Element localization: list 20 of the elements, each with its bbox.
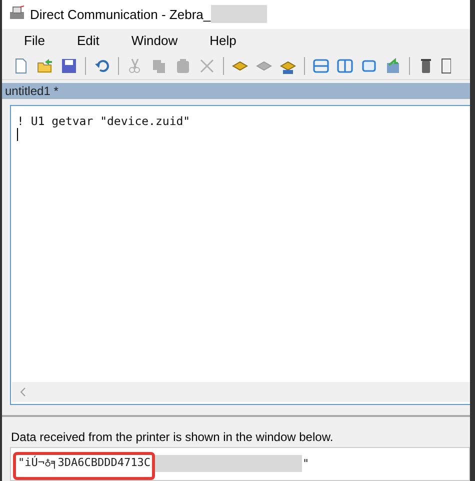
open-folder-icon[interactable] [36, 56, 54, 75]
menu-item[interactable]: Window [131, 33, 178, 48]
window-title: Direct Communication - Zebra_ [30, 6, 211, 22]
output-text: "iÚ¬♁╕3DA6CBDDD4713C [18, 456, 150, 470]
vertical-split-icon[interactable] [336, 56, 354, 75]
horizontal-scrollbar[interactable] [12, 382, 470, 402]
output-label: Data received from the printer is shown in the window below. [11, 430, 334, 444]
menu-item[interactable]: File [24, 33, 45, 48]
menu-item[interactable]: Edit [76, 33, 100, 48]
menu-item[interactable]: Help [210, 33, 236, 48]
export-icon[interactable] [384, 56, 402, 75]
scroll-left-icon[interactable] [20, 387, 26, 398]
editor-area[interactable]: ! U1 getvar "device.zuid" [10, 105, 470, 406]
text-cursor [17, 128, 18, 142]
code-line: ! U1 getvar "device.zuid" [17, 114, 192, 128]
panel-icon[interactable] [441, 56, 451, 75]
horizontal-split-icon[interactable] [312, 56, 330, 75]
save-icon[interactable] [60, 56, 78, 75]
quote-mark: " [302, 457, 310, 470]
document-tab[interactable]: untitled1 * [5, 84, 58, 98]
